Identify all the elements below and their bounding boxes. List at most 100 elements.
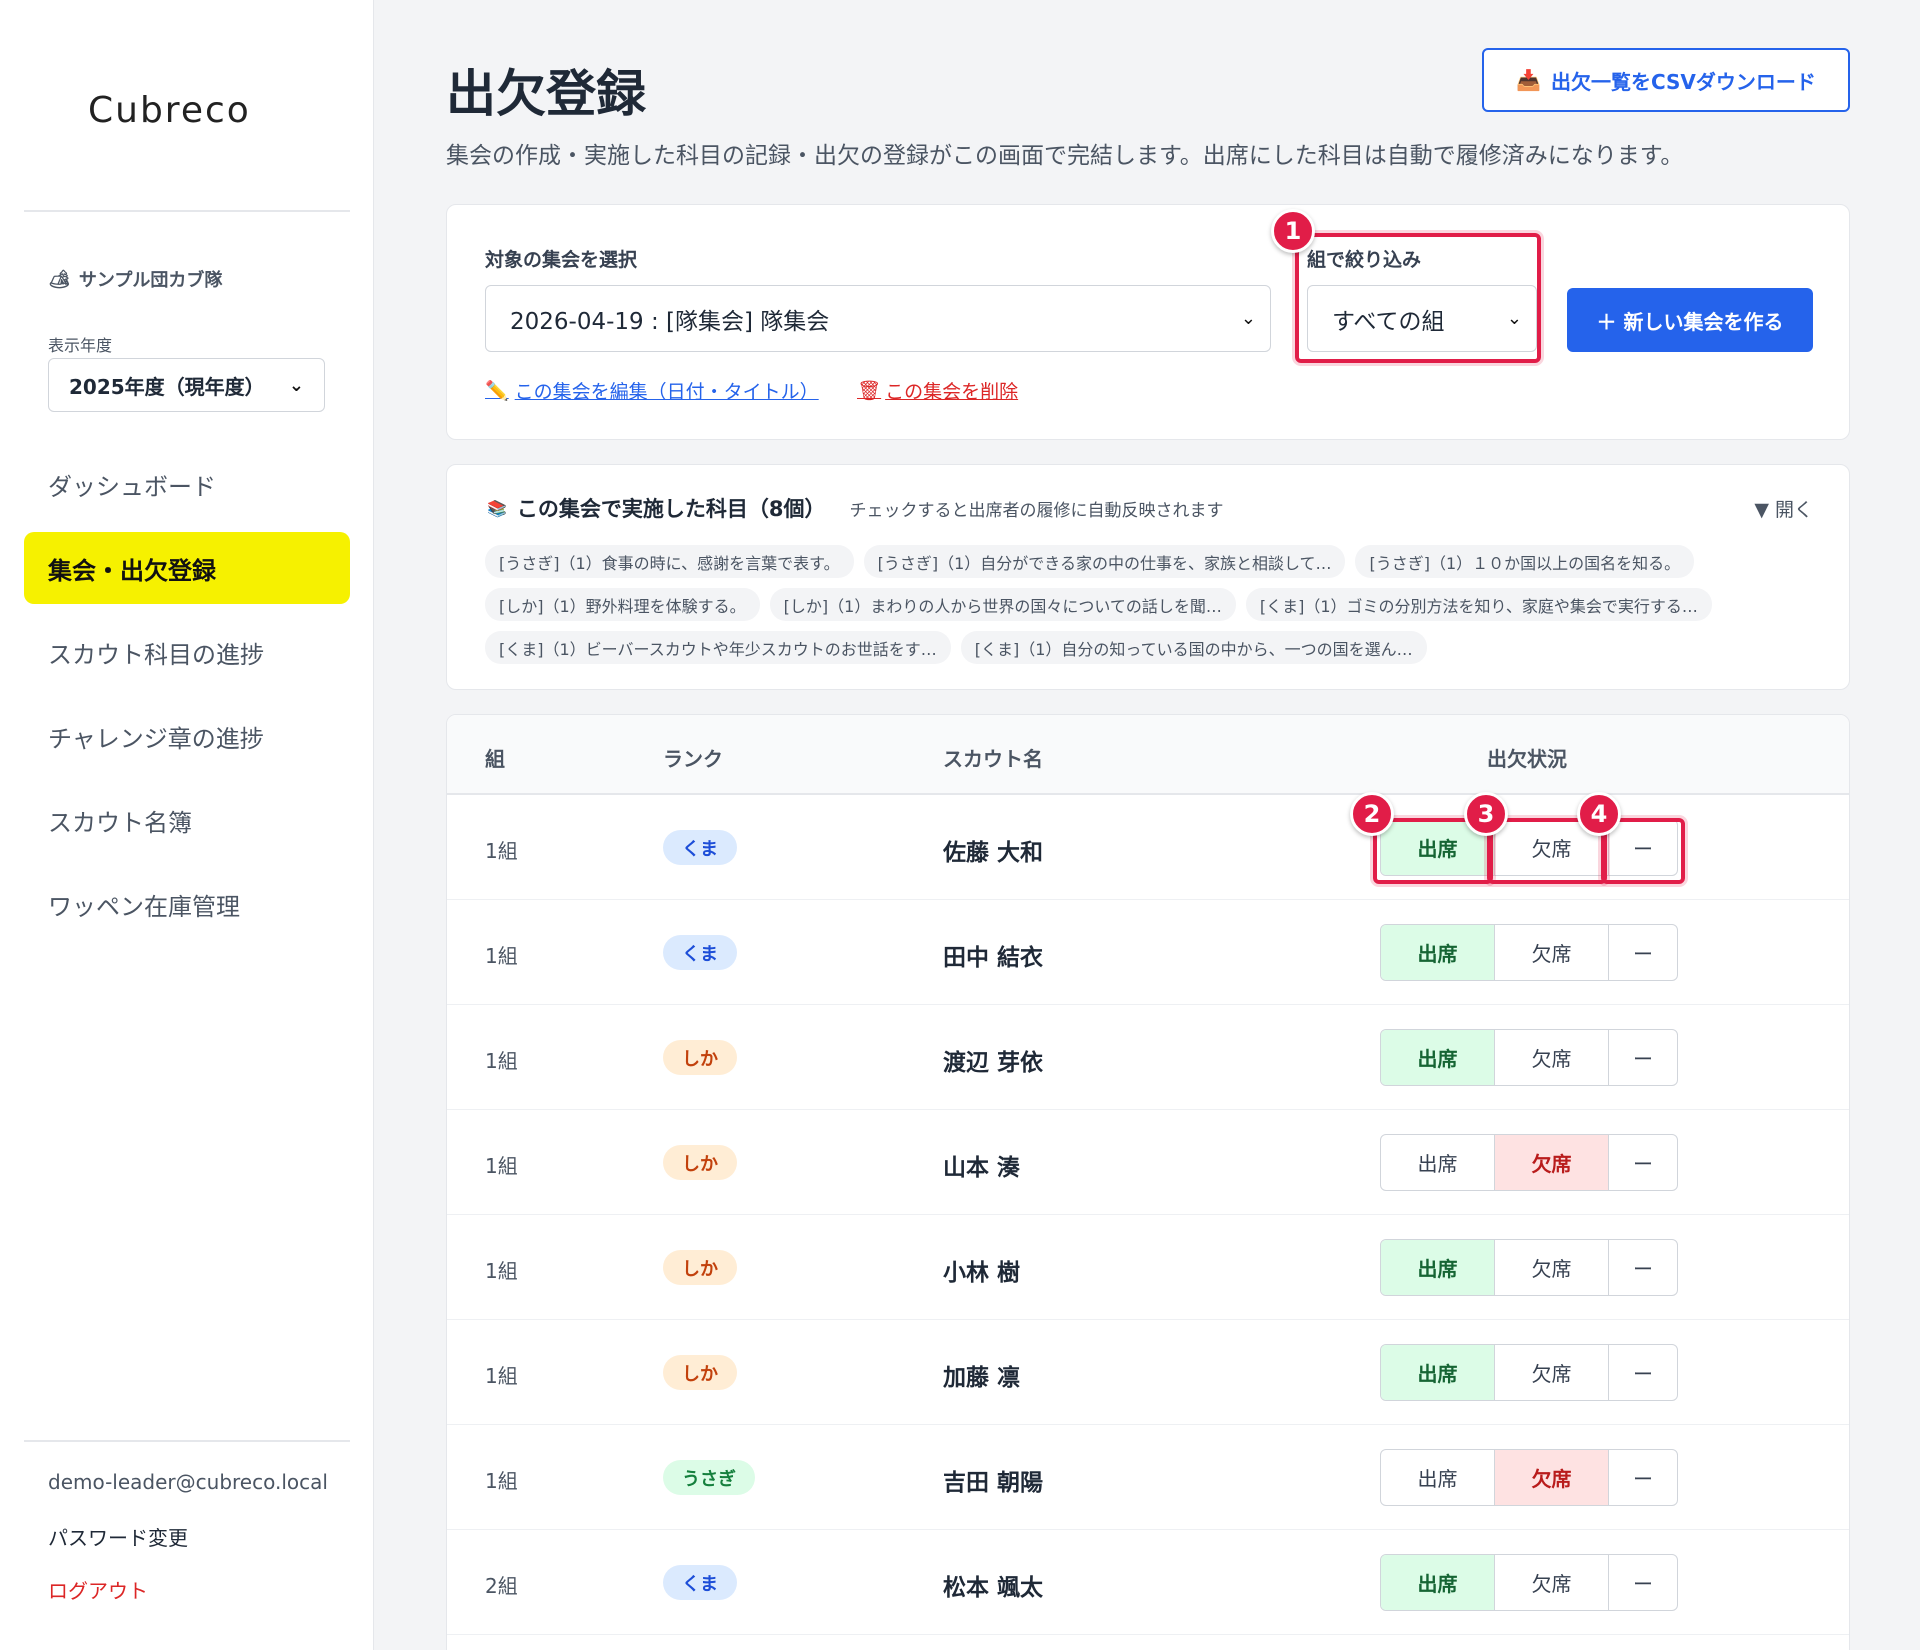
present-button[interactable]: 出席: [1381, 1135, 1495, 1190]
attendance-toggle: 出席 欠席ー: [1380, 1554, 1678, 1611]
subject-chip-list: [うさぎ]（1）食事の時に、感謝を言葉で表す。 [うさぎ]（1）自分ができる家の…: [485, 545, 1825, 664]
scout-name[interactable]: 渡辺 芽依: [943, 1043, 1043, 1077]
subject-chip[interactable]: [くま]（1）ゴミの分別方法を知り、家庭や集会で実行する…: [1245, 588, 1712, 621]
subjects-title: この集会で実施した科目（8個）: [516, 497, 826, 521]
sidebar-item-attendance[interactable]: 集会・出欠登録: [24, 532, 350, 604]
rank-badge: くま: [663, 1565, 737, 1600]
cell-group: 1組: [485, 1259, 518, 1283]
sidebar-item-dashboard[interactable]: ダッシュボード: [24, 448, 350, 520]
troop-name: 🏕 サンプル団カブ隊: [48, 266, 222, 292]
highlight-box-1: [1295, 233, 1541, 363]
new-meeting-button[interactable]: ＋ 新しい集会を作る: [1567, 288, 1813, 352]
meeting-select-value: 2026-04-19 : [隊集会] 隊集会: [510, 308, 830, 335]
table-row: 1組 しか 山本 湊 出席 欠席ー: [447, 1110, 1849, 1215]
pencil-icon: ✏️: [485, 380, 509, 402]
absent-button[interactable]: 欠席: [1495, 1555, 1609, 1610]
table-row: 2組 くま 松本 颯太 出席 欠席ー: [447, 1530, 1849, 1635]
subject-chip[interactable]: [しか]（1）まわりの人から世界の国々についての話しを聞…: [769, 588, 1236, 621]
sidebar: Cubreco 🏕 サンプル団カブ隊 表示年度 2025年度（現年度） ⌄ ダッ…: [0, 0, 374, 1650]
cell-group: 1組: [485, 1469, 518, 1493]
rank-badge: しか: [663, 1355, 737, 1390]
absent-button[interactable]: 欠席: [1495, 1345, 1609, 1400]
year-select-value: 2025年度（現年度）: [69, 374, 265, 399]
attendance-toggle: 出席 欠席ー: [1380, 1029, 1678, 1086]
scout-name[interactable]: 佐藤 大和: [943, 833, 1043, 867]
present-button[interactable]: 出席: [1381, 1555, 1495, 1610]
present-button[interactable]: 出席: [1381, 1450, 1495, 1505]
attendance-toggle: 出席 欠席ー: [1380, 1449, 1678, 1506]
header-rank: ランク: [663, 747, 723, 771]
absent-button[interactable]: 欠席: [1495, 1450, 1609, 1505]
cell-group: 1組: [485, 944, 518, 968]
password-change-link[interactable]: パスワード変更: [48, 1522, 188, 1551]
scout-name[interactable]: 田中 結衣: [943, 938, 1043, 972]
absent-button[interactable]: 欠席: [1495, 925, 1609, 980]
present-button[interactable]: 出席: [1381, 1345, 1495, 1400]
scout-name[interactable]: 吉田 朝陽: [943, 1463, 1043, 1497]
troop-label: サンプル団カブ隊: [78, 270, 223, 291]
sidebar-item-patch-stock[interactable]: ワッペン在庫管理: [24, 868, 350, 940]
delete-meeting-label: この集会を削除: [885, 381, 1019, 403]
clear-status-button[interactable]: ー: [1609, 1135, 1677, 1190]
attendance-toggle: 出席 欠席ー: [1380, 1239, 1678, 1296]
scout-name[interactable]: 松本 颯太: [943, 1568, 1043, 1602]
attendance-toggle: 出席 欠席ー: [1380, 1344, 1678, 1401]
subjects-header: 📚 この集会で実施した科目（8個） チェックすると出席者の履修に自動反映されます: [487, 493, 1224, 523]
absent-button[interactable]: 欠席: [1495, 1240, 1609, 1295]
sidebar-item-roster[interactable]: スカウト名簿: [24, 784, 350, 856]
clear-status-button[interactable]: ー: [1609, 1240, 1677, 1295]
clear-status-button[interactable]: ー: [1609, 1555, 1677, 1610]
rank-badge: しか: [663, 1250, 737, 1285]
sidebar-item-subject-progress[interactable]: スカウト科目の進捗: [24, 616, 350, 688]
cell-group: 1組: [485, 1364, 518, 1388]
sidebar-divider: [24, 210, 350, 212]
absent-button[interactable]: 欠席: [1495, 1030, 1609, 1085]
subject-chip[interactable]: [しか]（1）野外料理を体験する。: [485, 588, 760, 621]
camp-icon: 🏕: [48, 268, 71, 290]
present-button[interactable]: 出席: [1381, 1240, 1495, 1295]
csv-download-button[interactable]: 📥 出欠一覧をCSVダウンロード: [1482, 48, 1850, 112]
logout-link[interactable]: ログアウト: [48, 1575, 148, 1604]
present-button[interactable]: 出席: [1381, 925, 1495, 980]
table-row: 1組 くま 田中 結衣 出席 欠席ー: [447, 900, 1849, 1005]
scout-name[interactable]: 加藤 凛: [943, 1358, 1020, 1392]
rank-badge: しか: [663, 1040, 737, 1075]
books-icon: 📚: [487, 498, 507, 518]
rank-badge: くま: [663, 935, 737, 970]
scout-name[interactable]: 小林 樹: [943, 1253, 1020, 1287]
edit-meeting-link[interactable]: ✏️ この集会を編集（日付・タイトル）: [485, 377, 819, 404]
app-logo[interactable]: Cubreco: [88, 90, 251, 131]
clear-status-button[interactable]: ー: [1609, 1450, 1677, 1505]
year-select[interactable]: 2025年度（現年度） ⌄: [48, 358, 325, 412]
scout-name[interactable]: 山本 湊: [943, 1148, 1020, 1182]
rank-badge: くま: [663, 830, 737, 865]
subject-chip[interactable]: [うさぎ]（1）１０か国以上の国名を知る。: [1355, 545, 1695, 578]
download-icon: 📥: [1516, 68, 1541, 92]
sidebar-item-challenge-progress[interactable]: チャレンジ章の進捗: [24, 700, 350, 772]
clear-status-button[interactable]: ー: [1609, 925, 1677, 980]
edit-meeting-label: この集会を編集（日付・タイトル）: [514, 381, 819, 403]
sidebar-nav: ダッシュボード 集会・出欠登録 スカウト科目の進捗 チャレンジ章の進捗 スカウト…: [24, 448, 350, 952]
step-marker-2: 2: [1350, 792, 1394, 836]
header-scout-name: スカウト名: [943, 747, 1043, 771]
year-label: 表示年度: [48, 336, 113, 355]
subject-chip[interactable]: [くま]（1）自分の知っている国の中から、一つの国を選ん…: [960, 631, 1427, 664]
subject-chip[interactable]: [うさぎ]（1）自分ができる家の中の仕事を、家族と相談して…: [863, 545, 1346, 578]
meeting-select[interactable]: 2026-04-19 : [隊集会] 隊集会 ⌄: [485, 285, 1271, 352]
subjects-note: チェックすると出席者の履修に自動反映されます: [849, 500, 1224, 521]
subjects-card: 📚 この集会で実施した科目（8個） チェックすると出席者の履修に自動反映されます…: [446, 464, 1850, 690]
csv-download-label: 出欠一覧をCSVダウンロード: [1550, 69, 1816, 94]
absent-button[interactable]: 欠席: [1495, 1135, 1609, 1190]
subject-chip[interactable]: [うさぎ]（1）食事の時に、感謝を言葉で表す。: [485, 545, 854, 578]
user-email: demo-leader@cubreco.local: [48, 1470, 328, 1494]
table-row: 1組 しか 渡辺 芽依 出席 欠席ー: [447, 1005, 1849, 1110]
clear-status-button[interactable]: ー: [1609, 1030, 1677, 1085]
subjects-expand-toggle[interactable]: ▼ 開く: [1754, 495, 1813, 522]
present-button[interactable]: 出席: [1381, 1030, 1495, 1085]
delete-meeting-link[interactable]: 🗑 この集会を削除: [857, 377, 1018, 404]
subject-chip[interactable]: [くま]（1）ビーバースカウトや年少スカウトのお世話をす…: [485, 631, 951, 664]
page-title: 出欠登録: [446, 65, 646, 123]
cell-group: 1組: [485, 1049, 518, 1073]
header-group: 組: [485, 747, 505, 771]
clear-status-button[interactable]: ー: [1609, 1345, 1677, 1400]
